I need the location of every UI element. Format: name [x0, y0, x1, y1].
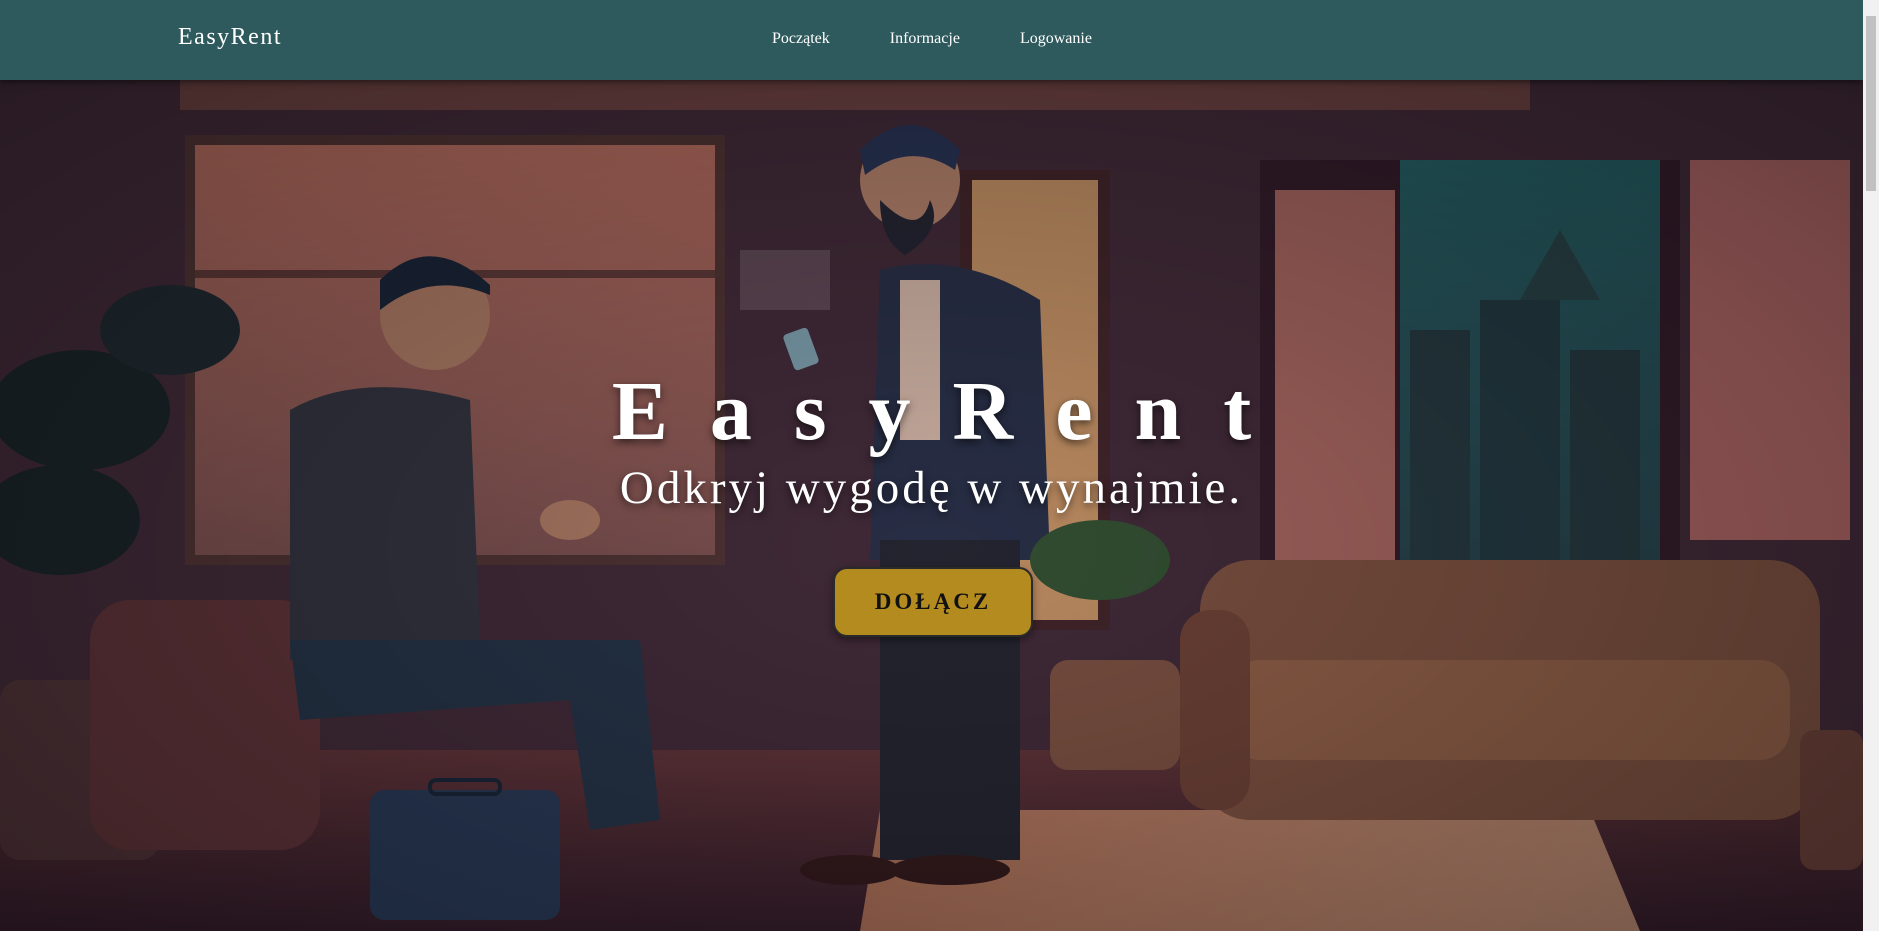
hero-title: EasyRent — [611, 365, 1294, 458]
page: EasyRent Początek Informacje Logowanie E… — [0, 0, 1879, 931]
nav-link-info[interactable]: Informacje — [890, 30, 960, 48]
hero-section: EasyRent Odkryj wygodę w wynajmie. DOŁĄC… — [0, 80, 1863, 931]
page-scrollbar[interactable] — [1863, 0, 1879, 931]
brand-logo[interactable]: EasyRent — [178, 24, 282, 51]
top-navbar: EasyRent Początek Informacje Logowanie — [0, 0, 1863, 80]
main-nav: Początek Informacje Logowanie — [772, 30, 1152, 48]
nav-link-start[interactable]: Początek — [772, 30, 830, 48]
join-button[interactable]: DOŁĄCZ — [833, 567, 1033, 637]
scrollbar-thumb[interactable] — [1866, 16, 1876, 191]
nav-link-login[interactable]: Logowanie — [1020, 30, 1092, 48]
hero-subtitle: Odkryj wygodę w wynajmie. — [619, 462, 1244, 514]
